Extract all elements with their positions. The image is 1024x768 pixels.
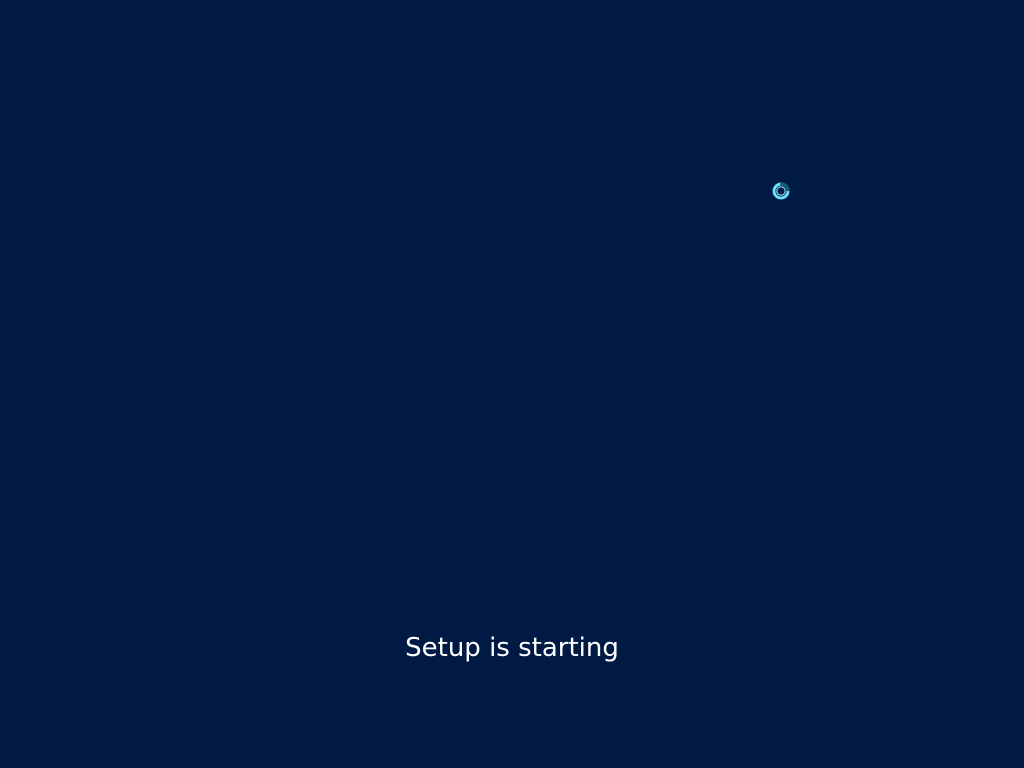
setup-screen: Setup is starting [0, 0, 1024, 768]
busy-cursor-icon [771, 181, 791, 201]
setup-status-text: Setup is starting [405, 633, 619, 663]
